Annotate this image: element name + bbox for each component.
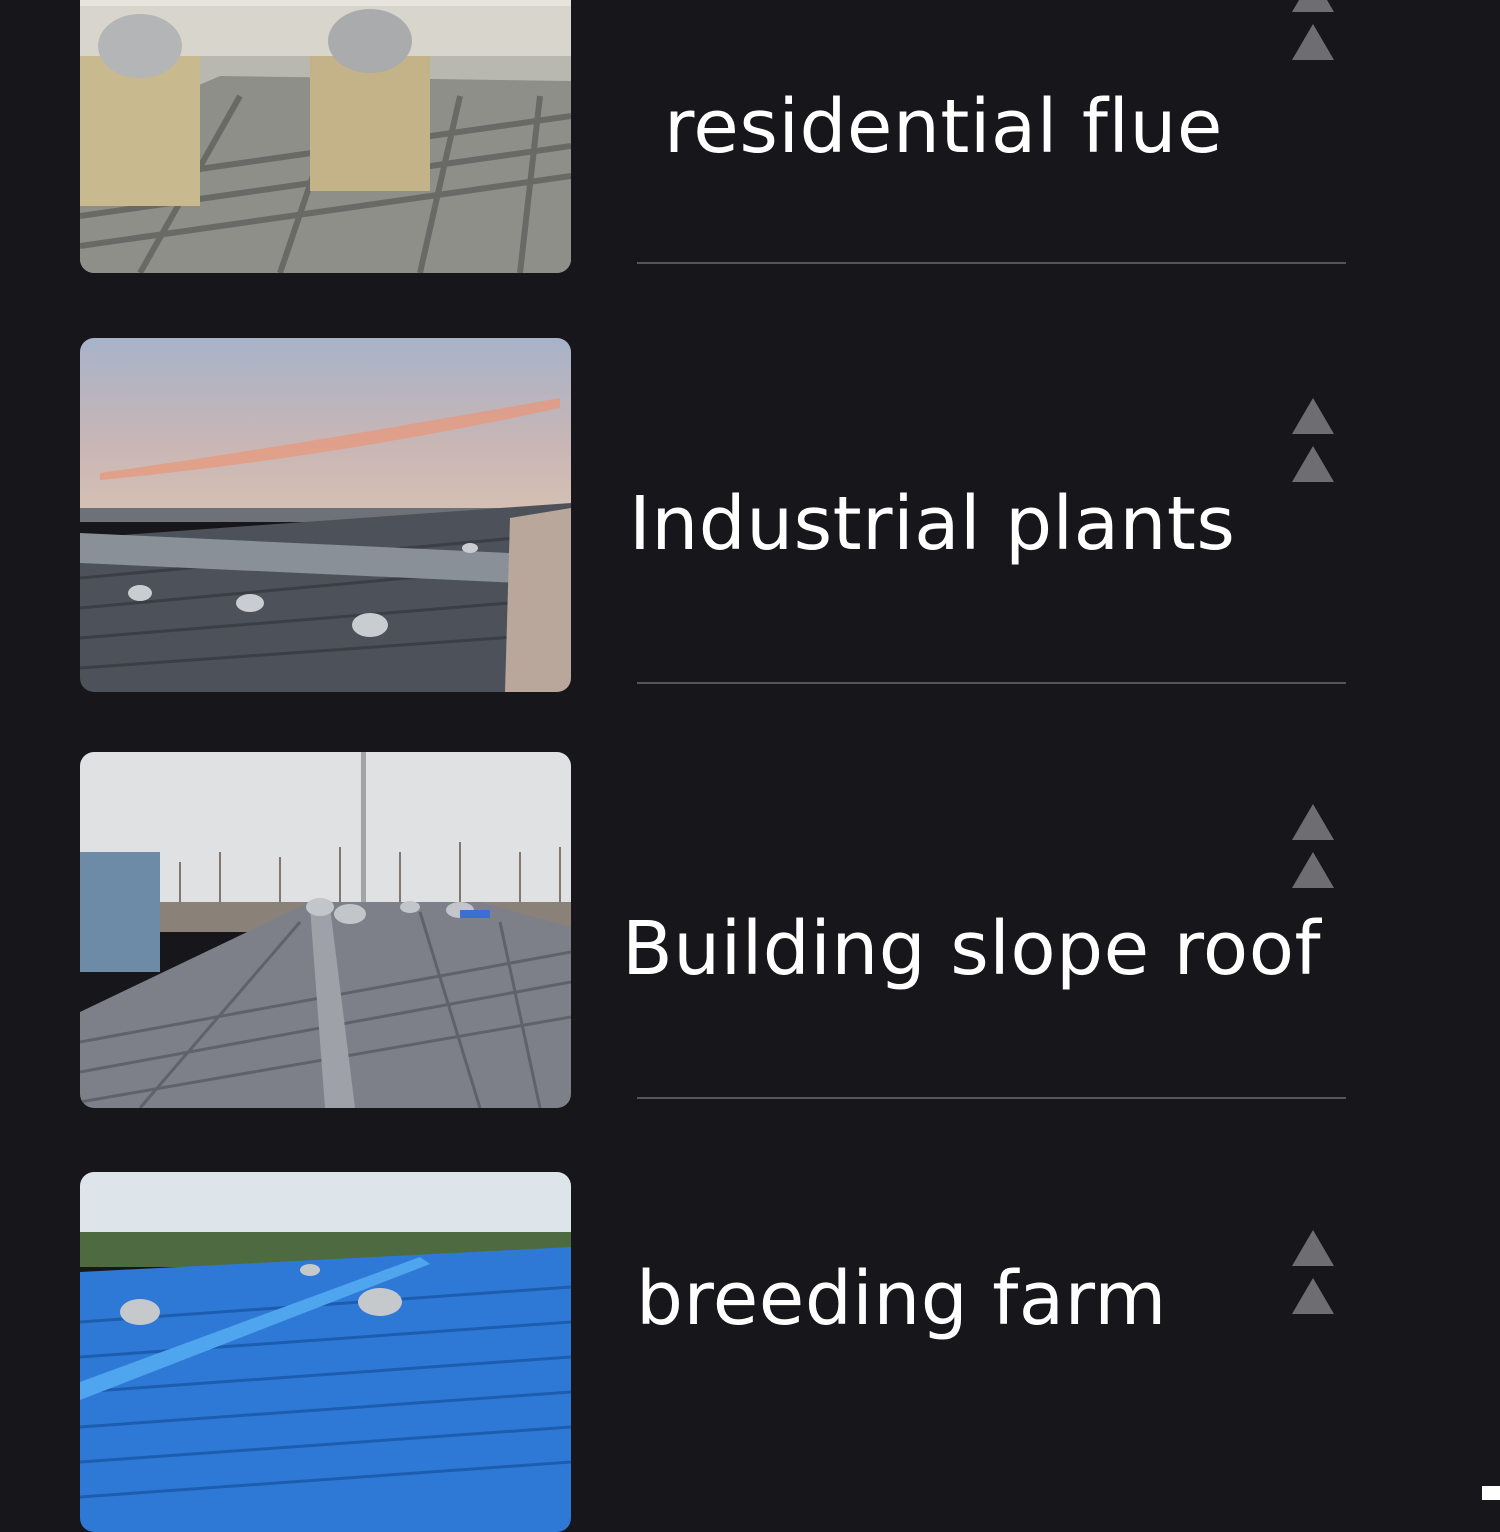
- up-arrows-icon: [1292, 1230, 1336, 1326]
- industrial-plants-photo: [80, 338, 571, 692]
- corner-marker: [1482, 1486, 1500, 1500]
- up-arrows-icon: [1292, 0, 1336, 72]
- section-divider: [637, 262, 1346, 264]
- up-arrows-icon: [1292, 398, 1336, 494]
- up-arrows-icon: [1292, 804, 1336, 900]
- section-title-building-slope-roof: Building slope roof: [622, 906, 1322, 992]
- section-divider: [637, 1097, 1346, 1099]
- section-title-breeding-farm: breeding farm: [636, 1256, 1167, 1342]
- section-divider: [637, 682, 1346, 684]
- section-title-industrial-plants: Industrial plants: [629, 481, 1236, 567]
- residential-flue-photo: [80, 0, 571, 273]
- breeding-farm-photo: [80, 1172, 571, 1532]
- building-slope-roof-photo: [80, 752, 571, 1108]
- section-title-residential-flue: residential flue: [664, 84, 1223, 170]
